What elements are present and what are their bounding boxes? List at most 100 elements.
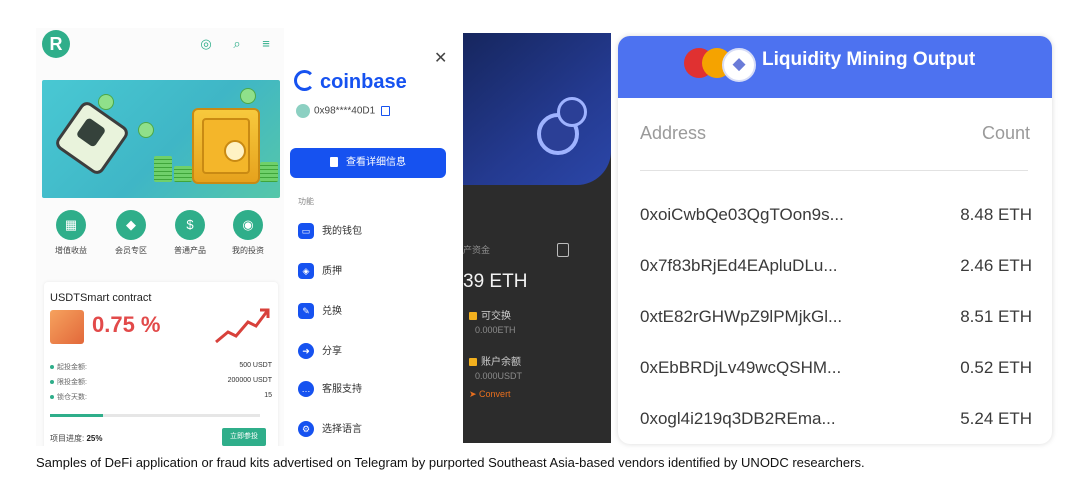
row-count: 5.24 ETH xyxy=(960,409,1032,428)
progress-bar xyxy=(50,414,260,417)
menu-item-wallet[interactable]: ▭ 我的钱包 xyxy=(298,222,448,242)
menu-icon[interactable]: ≡ xyxy=(258,36,274,52)
coin-stack xyxy=(260,162,278,182)
table-row: 0xtE82rGHWpZ9lPMjkGl... 8.51 ETH xyxy=(640,307,1032,331)
share-icon: ➜ xyxy=(298,343,314,360)
menu-item-share[interactable]: ➜ 分享 xyxy=(298,342,448,362)
coin-stack xyxy=(174,166,192,182)
progress-value: 25% xyxy=(86,434,103,443)
document-icon xyxy=(330,157,338,168)
search-icon[interactable]: ⌕ xyxy=(229,36,245,52)
support-icon: … xyxy=(298,381,314,398)
menu-item-label: 客服支持 xyxy=(322,384,362,395)
figure-caption: Samples of DeFi application or fraud kit… xyxy=(36,455,865,470)
progress-fill xyxy=(50,414,103,417)
nav-label-members[interactable]: 会员专区 xyxy=(101,245,161,256)
dark-wallet-panel: 产资金 39 ETH 可交换 0.000ETH 账户余额 0.000USDT ➤… xyxy=(463,33,611,443)
brand-logo: coinbase xyxy=(294,70,407,94)
stake-icon: ◈ xyxy=(298,263,314,280)
coin-decoration xyxy=(240,88,256,104)
contract-card[interactable]: USDTSmart contract 0.75 % 起投金额: 500 USDT… xyxy=(44,282,278,446)
panel-title: Liquidity Mining Output xyxy=(762,49,976,70)
convert-label: Convert xyxy=(479,389,511,399)
chart-icon[interactable]: ▦ xyxy=(56,210,86,240)
promo-banner xyxy=(42,80,280,198)
wallet-icon xyxy=(469,358,477,367)
row-label: 限投金额: xyxy=(57,379,87,386)
trend-up-icon xyxy=(215,308,270,344)
close-icon[interactable]: ✕ xyxy=(434,48,447,68)
view-details-button[interactable]: 查看详细信息 xyxy=(290,148,446,178)
brand-name: coinbase xyxy=(320,71,407,93)
contract-row: 限投金额: 200000 USDT xyxy=(50,377,272,387)
menu-item-label: 兑换 xyxy=(322,306,342,317)
row-count: 8.48 ETH xyxy=(960,205,1032,224)
menu-item-support[interactable]: … 客服支持 xyxy=(298,380,448,400)
table-row: 0xogl4i219q3DB2REma... 5.24 ETH xyxy=(640,409,1032,433)
invest-now-button[interactable]: 立即参投 xyxy=(222,428,266,446)
exchangeable-label: 可交换 xyxy=(481,311,511,322)
defi-app-panel: R ◎ ⌕ ≡ ▦ 增值收益 ◆ 会员专区 $ 普通产品 ◉ 我的投资 USDT… xyxy=(36,28,284,446)
row-label: 锁仓天数: xyxy=(57,394,87,401)
coin-stack xyxy=(154,156,172,182)
nav-label-earnings[interactable]: 增值收益 xyxy=(41,245,101,256)
safe-illustration xyxy=(192,108,260,184)
progress-label: 项目进度: xyxy=(50,434,85,443)
nav-label-products[interactable]: 普通产品 xyxy=(160,245,220,256)
eth-balance: 39 ETH xyxy=(463,271,528,292)
lightning-icon xyxy=(469,312,477,321)
nav-label-investments[interactable]: 我的投资 xyxy=(218,245,278,256)
asset-label: 产资金 xyxy=(463,245,491,255)
divider xyxy=(640,170,1028,171)
row-count: 8.51 ETH xyxy=(960,307,1032,326)
coin-icon[interactable]: ◉ xyxy=(233,210,263,240)
row-value: 15 xyxy=(264,392,272,399)
exchangeable-value: 0.000ETH xyxy=(475,325,516,335)
view-details-label: 查看详细信息 xyxy=(346,157,406,168)
wallet-address: 0x98****40D1 xyxy=(296,104,391,118)
exchange-icon: ✎ xyxy=(298,303,314,320)
menu-item-exchange[interactable]: ✎ 兑换 xyxy=(298,302,448,322)
address-text: 0x98****40D1 xyxy=(314,105,376,117)
row-address: 0xogl4i219q3DB2REma... xyxy=(640,409,836,428)
headset-icon[interactable]: ◎ xyxy=(198,36,214,52)
contract-title: USDTSmart contract xyxy=(50,292,152,304)
row-address: 0xoiCwbQe03QgTOon9s... xyxy=(640,205,844,224)
diamond-icon[interactable]: ◆ xyxy=(116,210,146,240)
row-value: 200000 USDT xyxy=(227,377,272,384)
language-icon: ⚙ xyxy=(298,421,314,438)
avatar xyxy=(296,104,310,118)
column-header-count: Count xyxy=(981,123,1030,143)
clipboard-icon[interactable] xyxy=(557,243,569,257)
hero-banner xyxy=(463,33,611,185)
contract-row: 起投金额: 500 USDT xyxy=(50,362,272,372)
menu-item-language[interactable]: ⚙ 选择语言 xyxy=(298,420,448,440)
section-title: 功能 xyxy=(298,197,314,206)
copy-icon[interactable] xyxy=(381,106,391,116)
balance-label: 账户余额 xyxy=(481,357,521,368)
disk-illustration xyxy=(557,97,587,127)
progress-text: 项目进度: 25% xyxy=(50,433,102,444)
contract-row: 锁仓天数: 15 xyxy=(50,392,272,402)
row-address: 0xtE82rGHWpZ9lPMjkGl... xyxy=(640,307,843,326)
table-row: 0x7f83bRjEd4EApluDLu... 2.46 ETH xyxy=(640,256,1032,280)
coin-decoration xyxy=(98,94,114,110)
ethereum-token-icon: ◆ xyxy=(722,48,756,82)
balance-row: 账户余额 xyxy=(469,353,521,368)
contract-rate: 0.75 % xyxy=(92,312,161,337)
panel-header: ◆ Liquidity Mining Output xyxy=(618,36,1052,98)
row-count: 0.52 ETH xyxy=(960,358,1032,377)
arrow-icon: ➤ xyxy=(469,389,480,399)
coin-decoration xyxy=(138,122,154,138)
menu-item-label: 分享 xyxy=(322,346,342,357)
coinbase-menu-panel: ✕ coinbase 0x98****40D1 查看详细信息 功能 ▭ 我的钱包 … xyxy=(284,36,456,446)
coinbase-logo-icon xyxy=(294,70,315,91)
row-count: 2.46 ETH xyxy=(960,256,1032,275)
dice-illustration xyxy=(53,99,131,177)
row-address: 0xEbBRDjLv49wcQSHM... xyxy=(640,358,842,377)
row-value: 500 USDT xyxy=(239,362,272,369)
moneybag-icon[interactable]: $ xyxy=(175,210,205,240)
convert-link[interactable]: ➤ Convert xyxy=(469,389,511,400)
menu-item-stake[interactable]: ◈ 质押 xyxy=(298,262,448,282)
table-row: 0xEbBRDjLv49wcQSHM... 0.52 ETH xyxy=(640,358,1032,382)
